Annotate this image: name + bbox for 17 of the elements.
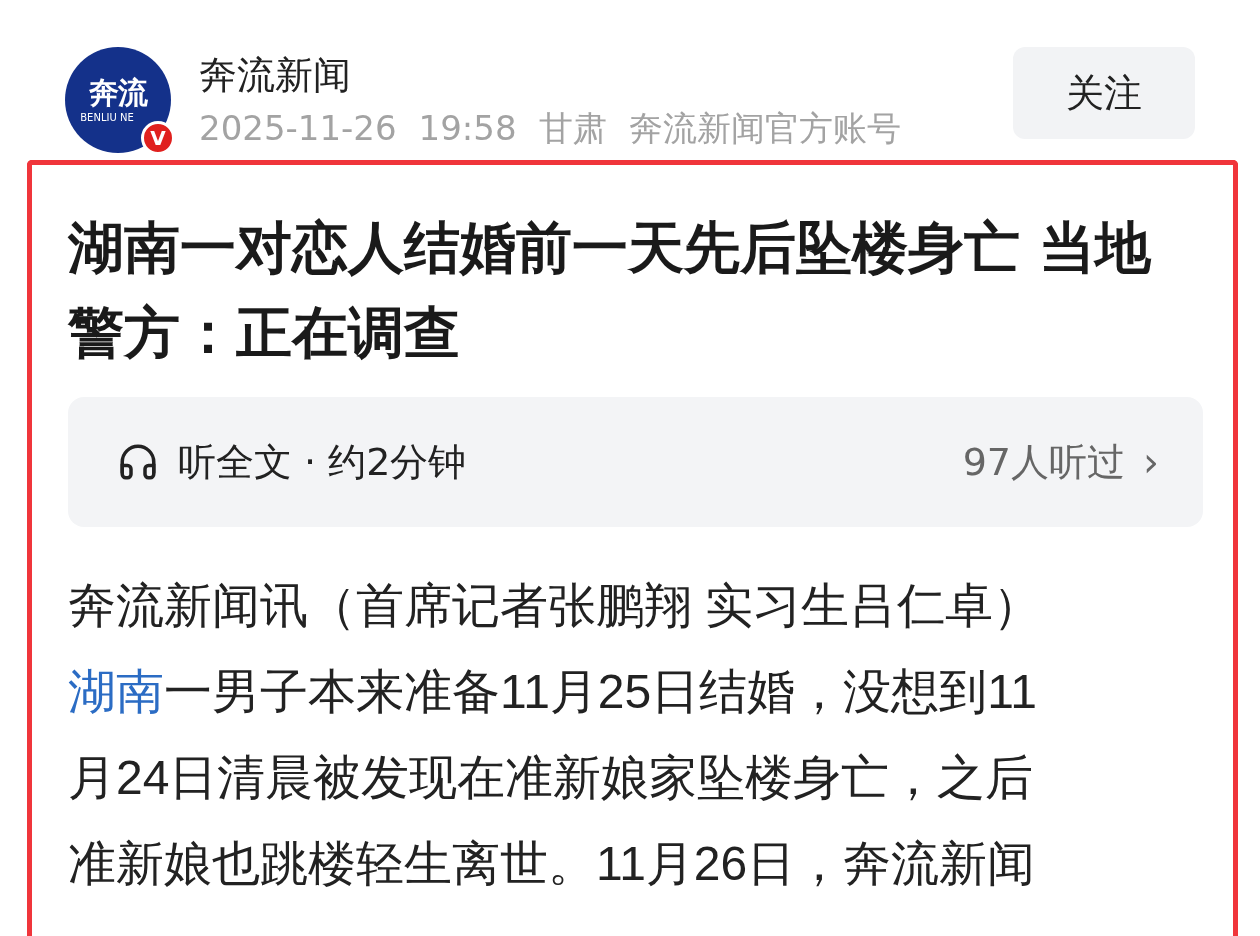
listen-bar[interactable]: 听全文 · 约2分钟 97人听过 › [68,397,1203,527]
account-name[interactable]: 奔流新闻 [199,50,985,100]
listener-count: 97人听过 [962,438,1125,486]
logo-text: 奔流 [89,77,147,108]
article-title: 湖南一对恋人结婚前一天先后坠楼身亡 当地警方：正在调查 [68,214,1153,367]
post-meta: 甘肃 [538,107,607,150]
chevron-icon: › [1143,439,1159,485]
listen-label: 听全文 · 约2分钟 [178,438,468,486]
post-meta: 19:58 [418,107,517,150]
post-meta: 奔流新闻官方账号 [628,107,901,150]
place-link[interactable]: 湖南 [68,665,164,718]
logo-subtext: BENLIU NE [80,111,134,123]
account-avatar[interactable]: 奔流 BENLIU NE V [65,47,171,153]
verified-badge: V [141,121,175,155]
post-meta: 2025-11-26 [199,107,397,150]
article-paragraph: 奔流新闻讯（首席记者张鹏翔 实习生吕仁卓） 湖南一男子本来准备11月25日结婚，没想到11 月24日清晨被发现在准新娘家坠楼身亡，之后 准新娘也跳楼轻生离世。11月26日，奔流新闻 [68,578,1043,892]
follow-button[interactable]: 关注 [1013,47,1195,139]
